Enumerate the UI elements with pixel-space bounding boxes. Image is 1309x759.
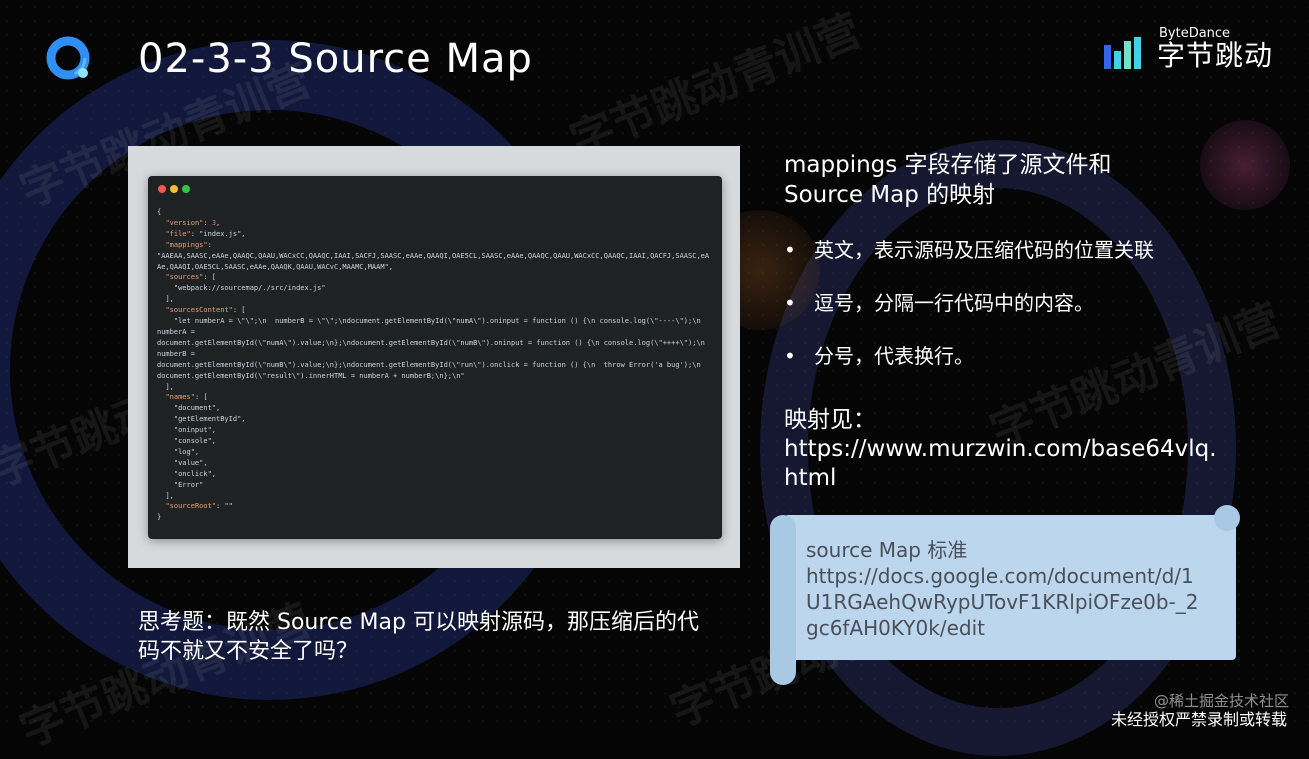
mappings-bullet-list: • 英文，表示源码及压缩代码的位置关联 • 逗号，分隔一行代码中的内容。 • 分…	[784, 236, 1154, 395]
source-map-standard-note: source Map 标准 https://docs.google.com/do…	[770, 505, 1240, 685]
code-line: "document",	[157, 404, 221, 413]
code-line: "let numberA = \"\";\n numberB = \"\";\n…	[157, 317, 710, 336]
code-line: "names": [	[165, 393, 208, 402]
code-window: { "version": 3, "file": "index.js", "map…	[148, 176, 722, 539]
code-line: {	[157, 208, 162, 216]
bullet-item: • 逗号，分隔一行代码中的内容。	[784, 289, 1154, 342]
code-line: "log",	[157, 447, 200, 456]
note-text: source Map 标准 https://docs.google.com/do…	[806, 537, 1206, 641]
code-line: "Error"	[157, 480, 204, 489]
code-line: ],	[157, 382, 174, 391]
bullet-item: • 英文，表示源码及压缩代码的位置关联	[784, 236, 1154, 289]
window-close-dot	[158, 185, 166, 193]
background-planet-pink	[1200, 120, 1290, 210]
reference-link[interactable]: https://www.murzwin.com/base64vlq.html	[784, 435, 1224, 493]
copyright-notice: 未经授权严禁录制或转载	[1110, 710, 1287, 729]
bullet-marker: •	[784, 291, 796, 315]
bullet-text: 逗号，分隔一行代码中的内容。	[814, 291, 1094, 315]
code-line: "sourcesContent": [	[165, 306, 246, 315]
code-line: "oninput",	[157, 426, 217, 435]
code-screenshot: { "version": 3, "file": "index.js", "map…	[128, 146, 740, 568]
code-line: "version": 3,	[165, 218, 221, 227]
code-line: "sources": [	[165, 273, 217, 282]
window-maximize-dot	[182, 185, 190, 193]
app-logo-icon	[46, 36, 90, 80]
mapping-reference: 映射见： https://www.murzwin.com/base64vlq.h…	[784, 406, 1224, 493]
window-minimize-dot	[170, 185, 178, 193]
brand-name-cn: 字节跳动	[1156, 39, 1273, 72]
note-title: source Map 标准	[806, 538, 968, 562]
code-line: "value",	[157, 458, 208, 467]
note-link[interactable]: https://docs.google.com/document/d/1U1RG…	[806, 563, 1206, 641]
bullet-text: 分号，代表换行。	[814, 344, 974, 368]
bytedance-logo: ByteDance 字节跳动	[1103, 26, 1273, 71]
code-line: document.getElementById(\"numB\").value;…	[157, 360, 710, 380]
code-line: ],	[157, 295, 174, 304]
code-line: "mappings":	[165, 240, 212, 249]
bullet-text: 英文，表示源码及压缩代码的位置关联	[814, 238, 1154, 262]
bullet-item: • 分号，代表换行。	[784, 342, 1154, 395]
source-map-json-code: { "version": 3, "file": "index.js", "map…	[157, 207, 713, 523]
watermark: 字节跳动青训营	[563, 4, 869, 168]
code-line: }	[157, 513, 162, 522]
bytedance-bars-icon	[1103, 37, 1141, 69]
code-line: "sourceRoot": ""	[165, 502, 233, 511]
code-line: "file": "index.js",	[165, 229, 246, 238]
thinking-question: 思考题：既然 Source Map 可以映射源码，那压缩后的代码不就又不安全了吗…	[138, 610, 699, 664]
bullet-marker: •	[784, 238, 796, 262]
bullet-marker: •	[784, 344, 796, 368]
code-line: "getElementById",	[157, 415, 246, 424]
code-line: "onclick",	[157, 469, 217, 478]
mappings-heading: mappings 字段存储了源文件和 Source Map 的映射	[784, 152, 1112, 208]
slide-title: 02-3-3 Source Map	[138, 36, 533, 82]
code-line: ],	[157, 491, 174, 500]
code-line: "webpack://sourcemap/./src/index.js"	[157, 284, 326, 293]
code-line: "AAEAA,SAASC,eAAe,QAAQC,QAAU,WACxCC,QAAQ…	[157, 251, 710, 271]
scroll-curl-left-icon	[770, 515, 796, 685]
reference-label: 映射见：	[784, 407, 876, 433]
code-line: "console",	[157, 437, 217, 446]
scroll-curl-top-icon	[1214, 505, 1240, 531]
code-line: document.getElementById(\"numA\").value;…	[157, 338, 714, 358]
